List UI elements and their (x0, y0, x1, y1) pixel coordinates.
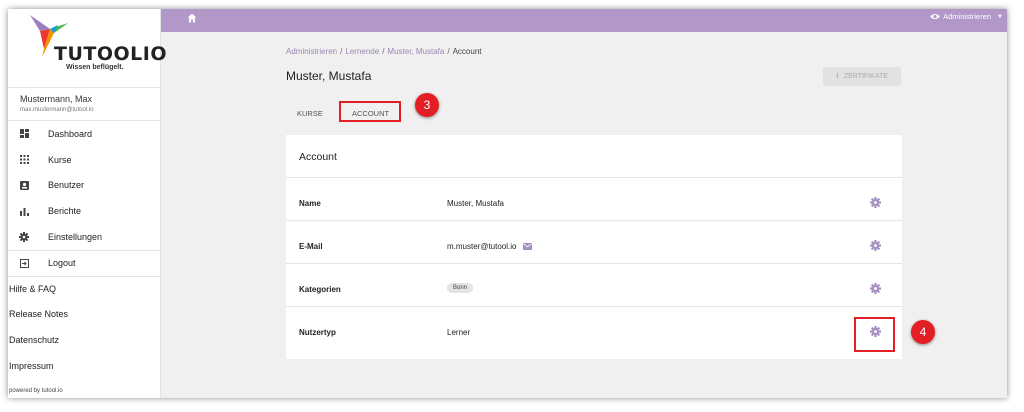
row-label: E-Mail (299, 242, 323, 251)
link-release-notes[interactable]: Release Notes (8, 302, 160, 328)
page-title: Muster, Mustafa (286, 69, 372, 83)
link-datenschutz[interactable]: Datenschutz (8, 327, 160, 353)
logo-tagline: Wissen beflügelt. (66, 64, 124, 71)
breadcrumb-separator: / (340, 47, 343, 56)
row-value: Bonn (447, 283, 474, 293)
account-row-nutzertyp: Nutzertyp Lerner (286, 307, 902, 350)
nav-item-benutzer[interactable]: Benutzer (8, 173, 160, 199)
user-name: Mustermann, Max (20, 94, 93, 104)
home-icon[interactable] (187, 13, 197, 23)
breadcrumb-separator: / (382, 47, 385, 56)
powered-by: powered by tutool.io (9, 388, 63, 394)
link-hilfe-faq[interactable]: Hilfe & FAQ (8, 275, 160, 302)
row-value: m.muster@tutool.io (447, 242, 533, 251)
admin-menu[interactable]: Administrieren ▼ (930, 12, 1003, 21)
nav-label: Dashboard (48, 128, 93, 139)
highlight-box-usertype-gear (854, 317, 895, 352)
nav-label: Einstellungen (48, 232, 103, 243)
email-value: m.muster@tutool.io (447, 242, 517, 251)
row-label: Name (299, 199, 321, 208)
settings-gear-icon[interactable] (870, 283, 881, 294)
gear-icon (19, 232, 29, 243)
nav-label: Berichte (48, 206, 82, 217)
tab-kurse[interactable]: KURSE (297, 109, 323, 118)
nav-item-dashboard[interactable]: Dashboard (8, 121, 160, 147)
breadcrumb-link-administrieren[interactable]: Administrieren (286, 47, 337, 56)
logo[interactable]: TUTOOLIO Wissen beflügelt. (8, 9, 166, 88)
caret-down-icon: ▼ (997, 13, 1003, 20)
certificates-button[interactable]: ⭳ ZERTIFIKATE (823, 67, 901, 86)
breadcrumb: Administrieren / Lernende / Muster, Mustafa /… (286, 47, 481, 56)
sidebar: TUTOOLIO Wissen beflügelt. Mustermann, M… (8, 9, 166, 398)
account-row-kategorien: Kategorien Bonn (286, 264, 902, 307)
admin-label: Administrieren (943, 12, 992, 21)
callout-badge-3: 3 (415, 93, 439, 117)
dashboard-icon (19, 129, 29, 139)
nav-label: Benutzer (48, 180, 85, 191)
settings-gear-icon[interactable] (870, 240, 881, 251)
user-card-icon (19, 180, 29, 190)
account-row-name: Name Muster, Mustafa (286, 178, 902, 221)
row-value: Muster, Mustafa (447, 199, 504, 208)
user-email: max.mustermann@tutool.io (20, 107, 94, 113)
callout-badge-4: 4 (911, 320, 935, 344)
breadcrumb-link-user[interactable]: Muster, Mustafa (387, 47, 444, 56)
certificates-label: ZERTIFIKATE (843, 73, 888, 80)
nav-item-kurse[interactable]: Kurse (8, 147, 160, 173)
logo-text: TUTOOLIO (54, 43, 167, 65)
envelope-icon[interactable] (523, 243, 533, 250)
account-card: Account Name Muster, Mustafa E-Mail m.mu… (286, 135, 902, 359)
row-value: Lerner (447, 328, 470, 337)
account-row-email: E-Mail m.muster@tutool.io (286, 221, 902, 264)
breadcrumb-separator: / (447, 47, 450, 56)
eye-icon (930, 14, 941, 19)
breadcrumb-current: Account (452, 47, 482, 56)
highlight-box-account-tab (339, 101, 401, 122)
nav-label: Logout (48, 258, 76, 269)
card-title: Account (286, 135, 902, 178)
settings-gear-icon[interactable] (870, 197, 881, 208)
breadcrumb-link-lernende[interactable]: Lernende (345, 47, 379, 56)
logout-icon (19, 258, 29, 268)
row-label: Kategorien (299, 285, 341, 294)
top-bar: Administrieren ▼ (161, 9, 1007, 32)
user-info: Mustermann, Max max.mustermann@tutool.io (8, 88, 160, 121)
category-chip: Bonn (447, 283, 474, 293)
row-label: Nutzertyp (299, 328, 336, 337)
app-window: TUTOOLIO Wissen beflügelt. Mustermann, M… (8, 9, 1007, 398)
name-value: Muster, Mustafa (447, 199, 504, 208)
download-icon: ⭳ (836, 70, 839, 80)
nav-item-logout[interactable]: Logout (8, 249, 160, 276)
nav-label: Kurse (48, 154, 72, 165)
bar-chart-icon (19, 206, 29, 216)
usertype-value: Lerner (447, 328, 471, 337)
link-impressum[interactable]: Impressum (8, 353, 160, 379)
nav-item-berichte[interactable]: Berichte (8, 198, 160, 224)
nav-item-einstellungen[interactable]: Einstellungen (8, 224, 160, 250)
grid-icon (19, 155, 29, 165)
